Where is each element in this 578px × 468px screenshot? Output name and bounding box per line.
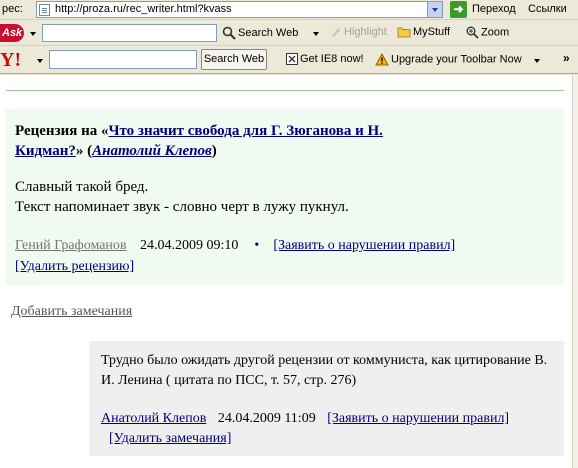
reply-report-violation-link[interactable]: [Заявить о нарушении правил] [327,411,509,426]
report-violation-link[interactable]: [Заявить о нарушении правил] [273,238,455,253]
review-suffix: ) [211,143,217,159]
zoom-button[interactable]: Zoom [466,26,509,39]
reply-text: Трудно было ожидать другой рецензии от к… [101,353,548,388]
review-meta: Гений Графоманов 24.04.2009 09:10 • [Заяви… [15,235,555,277]
reply-meta: Анатолий Клепов 24.04.2009 11:09 [Заявит… [101,409,551,449]
reply-block: Трудно было ожидать другой рецензии от к… [89,341,564,456]
mystuff-label: MyStuff [413,26,451,38]
delete-review-link[interactable]: [Удалить рецензию] [15,259,134,274]
ask-search-web-button[interactable]: Search Web [222,26,298,40]
address-label: рес: [2,3,23,15]
separator-dot: • [254,238,260,253]
browser-chrome: рес: http://proza.ru/rec_writer.html?kva… [0,0,578,75]
get-ie8-label: Get IE8 now! [300,53,364,65]
yahoo-search-input[interactable] [49,50,197,69]
review-block: Рецензия на «Что значит свобода для Г. З… [6,109,564,285]
reviewer-link[interactable]: Гений Графоманов [15,238,127,253]
address-bar: рес: http://proza.ru/rec_writer.html?kva… [0,0,578,20]
ask-search-input[interactable] [42,24,217,42]
divider [6,90,564,91]
checkbox-x-icon [286,53,298,66]
go-button[interactable]: ➜ Переход [450,1,520,18]
yahoo-dropdown-icon[interactable] [37,59,43,63]
review-datetime: 24.04.2009 09:10 [140,238,239,253]
review-text-line1: Славный такой бред. [15,179,149,195]
yahoo-search-web-button[interactable]: Search Web [201,49,267,70]
ask-toolbar: Ask Search Web Highlight MyStuff Zoom [0,21,578,46]
ask-search-dropdown-icon[interactable] [313,32,319,36]
upgrade-dropdown-icon[interactable] [534,59,540,63]
address-input[interactable]: http://proza.ru/rec_writer.html?kvass [36,1,443,18]
reply-datetime: 24.04.2009 11:09 [217,411,316,426]
work-author-link[interactable]: Анатолий Клепов [92,143,212,159]
ask-search-web-label: Search Web [238,26,299,39]
page-icon [39,4,50,16]
delete-note-link[interactable]: [Удалить замечания] [109,431,231,446]
review-text-line2: Текст напоминает звук - словно черт в лу… [15,199,349,215]
zoom-icon [466,26,479,39]
review-heading: Рецензия на «Что значит свобода для Г. З… [15,121,455,161]
warning-icon [375,53,389,66]
upgrade-toolbar-button[interactable]: Upgrade your Toolbar Now [375,53,522,66]
links-button[interactable]: Ссылки [528,3,567,15]
highlight-button[interactable]: Highlight [330,26,387,38]
highlight-label: Highlight [344,26,387,38]
address-url: http://proza.ru/rec_writer.html?kvass [55,3,232,15]
folder-icon [397,27,411,38]
vertical-scrollbar[interactable] [572,75,578,468]
review-prefix: Рецензия на « [15,123,109,139]
magnifier-icon [222,26,236,40]
review-text: Славный такой бред. Текст напоминает зву… [15,177,555,217]
toolbar-overflow-chevron-icon[interactable]: » [563,51,570,65]
get-ie8-button[interactable]: Get IE8 now! [286,53,364,66]
go-label: Переход [472,3,516,15]
address-dropdown-button[interactable] [427,2,442,17]
upgrade-toolbar-label: Upgrade your Toolbar Now [391,53,522,66]
zoom-label: Zoom [481,26,510,39]
highlighter-icon [332,28,340,38]
yahoo-logo[interactable]: Y! [0,49,21,71]
mystuff-button[interactable]: MyStuff [397,26,450,38]
ask-dropdown-icon[interactable] [30,32,36,36]
add-note-link[interactable]: Добавить замечания [11,304,132,320]
ask-logo[interactable]: Ask [0,24,24,42]
go-arrow-icon: ➜ [450,1,467,18]
reply-author-link[interactable]: Анатолий Клепов [101,411,206,426]
review-mid: » ( [75,143,93,159]
